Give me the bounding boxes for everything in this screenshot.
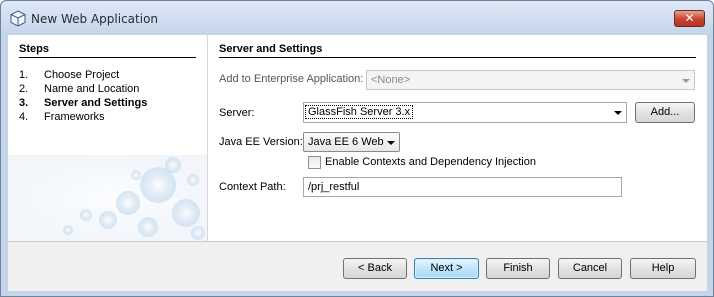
step-number: 3.	[19, 97, 29, 109]
close-button[interactable]: ✕	[674, 10, 705, 27]
cdi-checkbox[interactable]	[308, 156, 321, 169]
dialog-content: Steps 1. Choose Project 2. Name and Locati…	[8, 35, 707, 291]
panel-title-divider	[219, 57, 696, 58]
step-label: Choose Project	[44, 69, 120, 81]
cancel-button[interactable]: Cancel	[558, 258, 622, 279]
button-bar: < Back Next > Finish Cancel Help	[8, 242, 707, 291]
step-label: Name and Location	[44, 83, 140, 95]
server-value: GlassFish Server 3.x	[304, 105, 414, 119]
step-number: 1.	[19, 69, 29, 81]
step-choose-project: 1. Choose Project	[19, 69, 119, 81]
step-label: Server and Settings	[44, 97, 148, 109]
help-button[interactable]: Help	[630, 258, 696, 279]
close-icon: ✕	[684, 11, 695, 25]
java-ee-version-dropdown[interactable]: Java EE 6 Web	[303, 132, 400, 152]
context-path-label: Context Path:	[219, 181, 286, 193]
next-button[interactable]: Next >	[414, 258, 479, 279]
dialog-window: New Web Application ✕ Steps 1. Choose Pr…	[0, 0, 714, 297]
cdi-checkbox-label[interactable]: Enable Contexts and Dependency Injection	[325, 156, 536, 168]
steps-divider	[19, 57, 196, 58]
decorative-bubbles	[8, 155, 207, 241]
step-number: 4.	[19, 111, 29, 123]
java-ee-version-label: Java EE Version:	[219, 136, 303, 148]
step-server-and-settings: 3. Server and Settings	[19, 97, 147, 109]
chevron-down-icon	[387, 141, 395, 145]
step-label: Frameworks	[44, 111, 105, 123]
finish-button[interactable]: Finish	[486, 258, 550, 279]
chevron-down-icon	[614, 111, 622, 115]
panel-divider	[207, 35, 208, 241]
enterprise-app-dropdown[interactable]: <None>	[366, 70, 695, 90]
panel-title: Server and Settings	[219, 43, 323, 55]
enterprise-app-value: <None>	[371, 74, 411, 86]
server-dropdown[interactable]: GlassFish Server 3.x	[303, 102, 627, 123]
add-server-button[interactable]: Add...	[635, 102, 695, 123]
step-name-and-location: 2. Name and Location	[19, 83, 139, 95]
back-button[interactable]: < Back	[343, 258, 407, 279]
server-label: Server:	[219, 107, 255, 119]
step-frameworks: 4. Frameworks	[19, 111, 105, 123]
context-path-field[interactable]	[303, 177, 622, 197]
chevron-down-icon	[682, 79, 690, 83]
step-number: 2.	[19, 83, 29, 95]
window-title: New Web Application	[31, 12, 159, 26]
context-path-input[interactable]	[304, 178, 621, 196]
enterprise-app-label: Add to Enterprise Application:	[219, 73, 364, 85]
netbeans-cube-icon	[10, 10, 26, 27]
steps-title: Steps	[19, 43, 49, 55]
title-bar[interactable]: New Web Application ✕	[1, 1, 713, 35]
java-ee-version-value: Java EE 6 Web	[308, 136, 384, 148]
steps-panel: Steps 1. Choose Project 2. Name and Locati…	[8, 35, 207, 241]
